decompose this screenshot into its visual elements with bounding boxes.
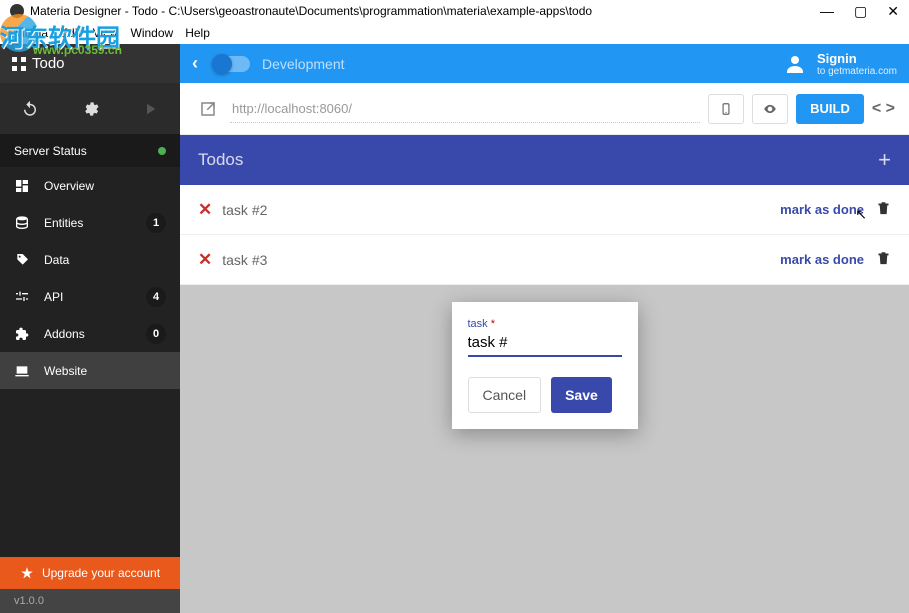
code-button[interactable]: < > [872,100,895,118]
version-text: v1.0.0 [14,595,44,607]
menu-edit[interactable]: Edit [60,26,81,40]
sidebar-item-website[interactable]: Website [0,352,180,389]
server-status-label: Server Status [14,144,87,158]
minimize-button[interactable]: — [820,3,834,20]
mobile-icon [719,102,733,116]
sidebar-item-label: Website [44,364,87,378]
puzzle-icon [14,326,30,342]
mark-done-button[interactable]: mark as done [780,202,864,217]
main-panel: ‹ Development Signin to getmateria.com [180,44,909,613]
user-icon [783,52,807,76]
sidebar: Todo Server Status Overview Entities 1 D… [0,44,180,613]
restart-icon[interactable] [21,100,39,118]
sidebar-item-data[interactable]: Data [0,241,180,278]
cancel-button[interactable]: Cancel [468,377,542,413]
signin-button[interactable]: Signin to getmateria.com [783,51,897,77]
sidebar-app-name: Todo [32,55,65,72]
env-label: Development [262,56,345,72]
todo-row: ✕ task #3 mark as done [180,235,909,285]
star-icon [20,566,34,580]
nav-badge: 1 [146,213,166,233]
sidebar-item-label: Addons [44,327,85,341]
mobile-preview-button[interactable] [708,94,744,124]
laptop-icon [14,363,30,379]
sidebar-item-label: Overview [44,179,94,193]
app-menubar: 河东软件园 www.pc0359.cn Materia Edit View Wi… [0,22,909,44]
todo-task-label: task #3 [222,252,267,268]
todo-status-x-icon: ✕ [198,200,212,220]
todo-row: ✕ task #2 mark as done [180,185,909,235]
close-window-button[interactable]: ✕ [887,3,899,20]
sidebar-item-entities[interactable]: Entities 1 [0,204,180,241]
sidebar-item-label: API [44,290,63,304]
window-titlebar: Materia Designer - Todo - C:\Users\geoas… [0,0,909,22]
delete-todo-button[interactable] [876,200,891,220]
signin-title: Signin [817,51,897,66]
server-status-row: Server Status [0,135,180,167]
task-input[interactable] [468,330,622,357]
sidebar-toolbar [0,83,180,135]
app-grid-icon [12,57,26,71]
preview-button[interactable] [752,94,788,124]
modal-field-label: task * [468,318,622,330]
back-button[interactable]: ‹ [192,53,198,74]
menu-view[interactable]: View [93,26,119,40]
signin-sub: to getmateria.com [817,66,897,77]
todo-status-x-icon: ✕ [198,250,212,270]
url-input[interactable] [230,95,700,123]
todo-task-label: task #2 [222,202,267,218]
tags-icon [14,252,30,268]
menu-help[interactable]: Help [185,26,210,40]
task-modal: task * Cancel Save [452,302,638,429]
trash-icon [876,200,891,217]
sliders-icon [14,289,30,305]
version-bar: v1.0.0 [0,589,180,613]
gear-icon[interactable] [81,100,99,118]
mark-done-button[interactable]: mark as done [780,252,864,267]
maximize-button[interactable]: ▢ [854,3,867,20]
save-button[interactable]: Save [551,377,612,413]
nav-badge: 0 [146,324,166,344]
todos-title: Todos [198,150,243,170]
dashboard-icon [14,178,30,194]
upgrade-label: Upgrade your account [42,566,160,580]
sidebar-item-api[interactable]: API 4 [0,278,180,315]
add-todo-button[interactable]: + [878,147,891,173]
open-external-icon [199,100,217,118]
window-title: Materia Designer - Todo - C:\Users\geoas… [30,4,592,18]
open-external-button[interactable] [194,95,222,123]
status-dot-icon [158,147,166,155]
database-icon [14,215,30,231]
delete-todo-button[interactable] [876,250,891,270]
sidebar-item-label: Entities [44,216,83,230]
nav-badge: 4 [146,287,166,307]
env-toggle[interactable] [214,56,250,72]
topbar: ‹ Development Signin to getmateria.com [180,44,909,83]
sidebar-item-overview[interactable]: Overview [0,167,180,204]
todos-header: Todos + [180,135,909,185]
trash-icon [876,250,891,267]
eye-icon [763,102,777,116]
sidebar-item-addons[interactable]: Addons 0 [0,315,180,352]
play-icon[interactable] [141,100,159,118]
sidebar-item-label: Data [44,253,69,267]
upgrade-button[interactable]: Upgrade your account [0,557,180,589]
menu-window[interactable]: Window [131,26,174,40]
build-button[interactable]: BUILD [796,94,864,124]
urlbar-row: BUILD < > [180,83,909,135]
watermark-logo [0,14,38,52]
